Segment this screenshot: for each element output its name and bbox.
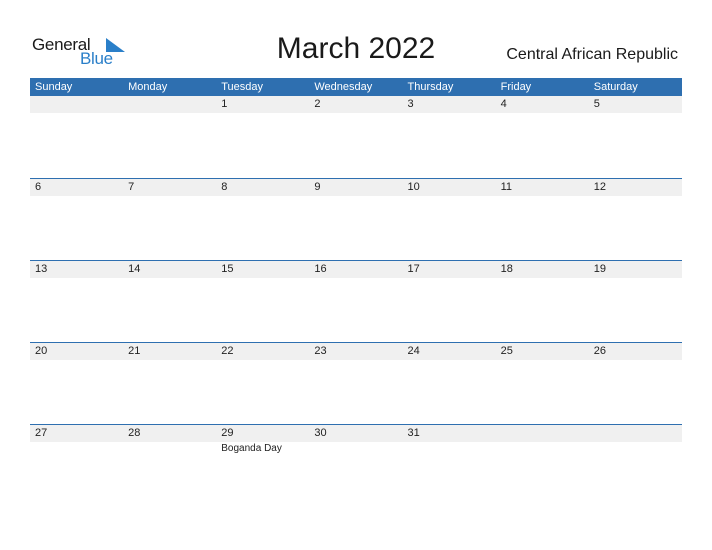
- holiday-label: Boganda Day: [221, 443, 282, 454]
- day-number: 16: [314, 263, 327, 275]
- day-number: 14: [128, 263, 141, 275]
- day-number: 31: [407, 427, 420, 439]
- day-number: [123, 96, 216, 113]
- day-number-strip: 27 28 29 30 31: [30, 425, 682, 442]
- day-number: 10: [407, 181, 420, 193]
- day-number: 15: [221, 263, 234, 275]
- weekday-friday: Friday: [500, 81, 532, 93]
- day-number: 13: [35, 263, 48, 275]
- day-number: 26: [593, 345, 606, 357]
- day-number: [496, 425, 589, 442]
- day-number: 29: [221, 427, 234, 439]
- day-number: 1: [221, 98, 228, 110]
- day-number: 8: [221, 181, 228, 193]
- weekday-monday: Monday: [128, 81, 168, 93]
- day-number: 21: [128, 345, 141, 357]
- day-number-strip: 1 2 3 4 5: [30, 96, 682, 113]
- day-number: 12: [593, 181, 606, 193]
- holiday-label: [123, 442, 216, 456]
- day-number: 11: [500, 181, 513, 193]
- week-row: 20 21 22 23 24 25 26: [30, 342, 682, 424]
- day-number: [589, 425, 682, 442]
- day-number: 22: [221, 345, 234, 357]
- day-number: 18: [500, 263, 513, 275]
- day-number: 5: [593, 98, 600, 110]
- day-number: [30, 96, 123, 113]
- day-number: 25: [500, 345, 513, 357]
- day-number-strip: 20 21 22 23 24 25 26: [30, 343, 682, 360]
- holiday-label: [589, 442, 682, 456]
- day-number: 28: [128, 427, 141, 439]
- day-number: 19: [593, 263, 606, 275]
- day-number: 30: [314, 427, 327, 439]
- day-number: 2: [314, 98, 321, 110]
- day-number: 23: [314, 345, 327, 357]
- day-number: 4: [500, 98, 507, 110]
- holiday-label: [30, 442, 123, 456]
- week-row: 1 2 3 4 5: [30, 96, 682, 178]
- week-row: 27 28 29 30 31 Boganda Day: [30, 424, 682, 506]
- day-number: 24: [407, 345, 420, 357]
- day-number-strip: 13 14 15 16 17 18 19: [30, 261, 682, 278]
- weekday-header: Sunday Monday Tuesday Wednesday Thursday…: [30, 78, 682, 96]
- calendar-grid: Sunday Monday Tuesday Wednesday Thursday…: [30, 78, 682, 506]
- day-number: 17: [407, 263, 420, 275]
- holiday-label: [403, 442, 496, 456]
- day-number: 7: [128, 181, 135, 193]
- weekday-saturday: Saturday: [593, 81, 638, 93]
- holiday-label: [496, 442, 589, 456]
- day-number: 3: [407, 98, 414, 110]
- day-number: 20: [35, 345, 48, 357]
- day-number-strip: 6 7 8 9 10 11 12: [30, 179, 682, 196]
- week-row: 13 14 15 16 17 18 19: [30, 260, 682, 342]
- day-number: 6: [35, 181, 42, 193]
- weekday-wednesday: Wednesday: [314, 81, 373, 93]
- holiday-label: [309, 442, 402, 456]
- day-number: 9: [314, 181, 321, 193]
- weekday-tuesday: Tuesday: [221, 81, 264, 93]
- weekday-sunday: Sunday: [35, 81, 73, 93]
- day-number: 27: [35, 427, 48, 439]
- events-row: Boganda Day: [30, 442, 682, 456]
- weekday-thursday: Thursday: [407, 81, 454, 93]
- country-name: Central African Republic: [506, 46, 678, 63]
- week-row: 6 7 8 9 10 11 12: [30, 178, 682, 260]
